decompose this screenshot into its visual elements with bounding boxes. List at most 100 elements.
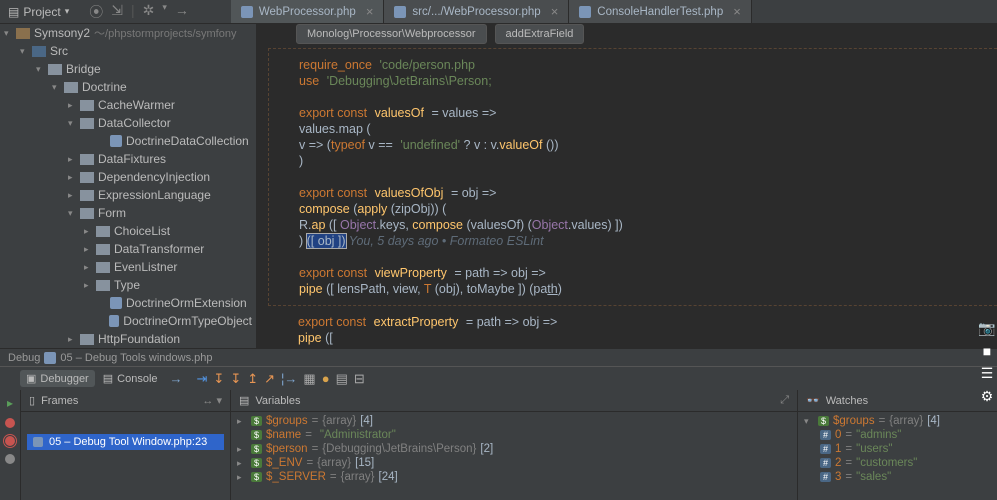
tree-arrow-icon[interactable]: ▸ [68, 172, 80, 183]
settings-icon[interactable]: ⊟ [354, 371, 365, 387]
tree-arrow-icon[interactable]: ▸ [68, 100, 80, 111]
php-file-icon [110, 297, 122, 309]
target-icon[interactable]: ⦿ [89, 2, 103, 22]
editor-tab[interactable]: src/.../WebProcessor.php× [384, 0, 569, 23]
gear-icon[interactable]: ⚙ [981, 388, 994, 405]
cursor-icon[interactable]: ¦→ [281, 371, 297, 387]
variables-hide-icon[interactable]: ⤢ [780, 394, 789, 407]
resume-icon[interactable]: ▸ [7, 396, 13, 410]
breakpoints-icon[interactable]: ● [322, 371, 330, 387]
stop-icon[interactable] [5, 418, 15, 428]
code-block[interactable]: require_once 'code/person.php use 'Debug… [268, 48, 997, 306]
tree-root-label[interactable]: Symsony2 [34, 26, 90, 40]
variable-row[interactable]: ▸$$person = {Debugging\JetBrains\Person}… [231, 442, 797, 456]
mute-bp-icon[interactable]: ▤ [336, 371, 348, 387]
tree-row[interactable]: ▾Form [0, 204, 256, 222]
collapse-icon[interactable]: ⇲ [111, 2, 123, 22]
stack-frame[interactable]: 05 – Debug Tool Window.php:23 [27, 434, 224, 450]
tree-arrow-icon[interactable]: ▸ [68, 190, 80, 201]
tree-row[interactable]: ▸ExpressionLanguage [0, 186, 256, 204]
tree-row[interactable]: ▾Doctrine [0, 78, 256, 96]
tree-arrow-icon[interactable]: ▸ [84, 244, 96, 255]
tree-arrow-icon[interactable]: ▸ [84, 262, 96, 273]
tree-row[interactable]: DoctrineOrmTypeObject [0, 312, 256, 330]
console-tab[interactable]: ▤ Console [97, 370, 164, 387]
arrow-right-icon[interactable]: → [166, 371, 187, 386]
tree-arrow-icon[interactable]: ▾ [20, 46, 32, 57]
tree-arrow-icon[interactable]: ▸ [237, 458, 247, 469]
tree-arrow-icon[interactable]: ▸ [84, 226, 96, 237]
console-icon: ▤ [103, 372, 113, 385]
chevron-down-icon[interactable]: ▾ [4, 28, 16, 39]
tree-arrow-icon[interactable]: ▸ [68, 154, 80, 165]
tree-row[interactable]: ▾Bridge [0, 60, 256, 78]
bp-dot-icon[interactable] [5, 436, 15, 446]
tree-arrow-icon[interactable]: ▸ [68, 334, 80, 345]
tree-arrow-icon[interactable]: ▾ [68, 208, 80, 219]
run-to-cursor-icon[interactable]: ↗ [264, 371, 275, 387]
tree-arrow-icon[interactable]: ▸ [84, 280, 96, 291]
editor[interactable]: Monolog\Processor\Webprocessor addExtraF… [256, 24, 997, 348]
debug-panels: ▸ ▯ Frames ↔ ▾ 05 – Debug Tool Window.ph… [0, 390, 997, 500]
project-tree[interactable]: ▾ Symsony2 〜/phpstormprojects/symfony ▾S… [0, 24, 256, 348]
camera-icon[interactable]: 📷 [978, 320, 995, 337]
force-step-into-icon[interactable]: ↧ [230, 371, 241, 387]
watch-item[interactable]: #2 = "customers" [798, 456, 997, 470]
tree-arrow-icon[interactable]: ▸ [237, 444, 247, 455]
tree-arrow-icon[interactable]: ▾ [52, 82, 64, 93]
variable-row[interactable]: ▸$$groups = {array} [4] [231, 414, 797, 428]
watch-row[interactable]: ▾ $ $groups = {array} [4] [798, 414, 997, 428]
tree-arrow-icon[interactable]: ▸ [237, 472, 247, 483]
breadcrumb-class[interactable]: Monolog\Processor\Webprocessor [296, 24, 487, 44]
evaluate-icon[interactable]: ▦ [303, 371, 315, 387]
code-block-after[interactable]: export const extractProperty = path => o… [268, 310, 997, 350]
close-icon[interactable]: × [366, 4, 374, 19]
tree-row[interactable]: ▸DataFixtures [0, 150, 256, 168]
debugger-tab[interactable]: ▣ Debugger [20, 370, 95, 387]
hide-icon[interactable]: → [175, 2, 189, 22]
chevron-down-icon[interactable]: ▾ [162, 2, 167, 22]
variable-row[interactable]: $$name = "Administrator" [231, 428, 797, 442]
tree-row[interactable]: ▸CacheWarmer [0, 96, 256, 114]
project-tool-button[interactable]: ▤ Project ▾ [0, 0, 77, 23]
tree-row[interactable]: DoctrineOrmExtension [0, 294, 256, 312]
gear-icon[interactable]: ✲ [143, 2, 155, 22]
step-into-icon[interactable]: ↧ [213, 371, 224, 387]
stack-icon[interactable]: ☰ [981, 365, 994, 382]
tree-row[interactable]: ▾Src [0, 42, 256, 60]
step-over-icon[interactable]: ⇥ [197, 371, 208, 387]
variable-row[interactable]: ▸$$_SERVER = {array} [24] [231, 470, 797, 484]
watch-item[interactable]: #0 = "admins" [798, 428, 997, 442]
php-file-icon [241, 6, 253, 18]
right-toolbar: 📷 ■ ☰ ⚙ [977, 320, 997, 405]
tree-arrow-icon[interactable]: ▾ [68, 118, 80, 129]
editor-tab[interactable]: WebProcessor.php× [231, 0, 385, 23]
tree-row[interactable]: ▸HttpFoundation [0, 330, 256, 348]
breadcrumb-method[interactable]: addExtraField [495, 24, 585, 44]
tree-row[interactable]: ▾DataCollector [0, 114, 256, 132]
watch-item[interactable]: #3 = "sales" [798, 470, 997, 484]
tree-arrow-icon[interactable]: ▾ [36, 64, 48, 75]
tree-row[interactable]: ▸Type [0, 276, 256, 294]
folder-icon: ▤ [8, 5, 19, 19]
tree-row[interactable]: ▸DataTransformer [0, 240, 256, 258]
close-icon[interactable]: × [551, 4, 559, 19]
var-badge: $ [251, 472, 262, 482]
variable-row[interactable]: ▸$$_ENV = {array} [15] [231, 456, 797, 470]
chevron-down-icon[interactable]: ▾ [804, 416, 814, 427]
variables-panel: ▤ Variables ⤢ ▸$$groups = {array} [4]$$n… [230, 390, 797, 500]
tree-row[interactable]: DoctrineDataCollection [0, 132, 256, 150]
tree-row[interactable]: ▸DependencyInjection [0, 168, 256, 186]
frames-menu-icon[interactable]: ↔ ▾ [202, 394, 222, 407]
debug-session-name: 05 – Debug Tools windows.php [60, 352, 212, 364]
step-out-icon[interactable]: ↥ [247, 371, 258, 387]
tree-row[interactable]: ▸EvenListner [0, 258, 256, 276]
editor-tab[interactable]: ConsoleHandlerTest.php× [569, 0, 752, 23]
close-icon[interactable]: × [733, 4, 741, 19]
php-file-icon [33, 437, 43, 447]
tree-arrow-icon[interactable]: ▸ [237, 416, 247, 427]
video-icon[interactable]: ■ [983, 343, 991, 359]
watch-item[interactable]: #1 = "users" [798, 442, 997, 456]
tree-row[interactable]: ▸ChoiceList [0, 222, 256, 240]
grey-dot-icon[interactable] [5, 454, 15, 464]
